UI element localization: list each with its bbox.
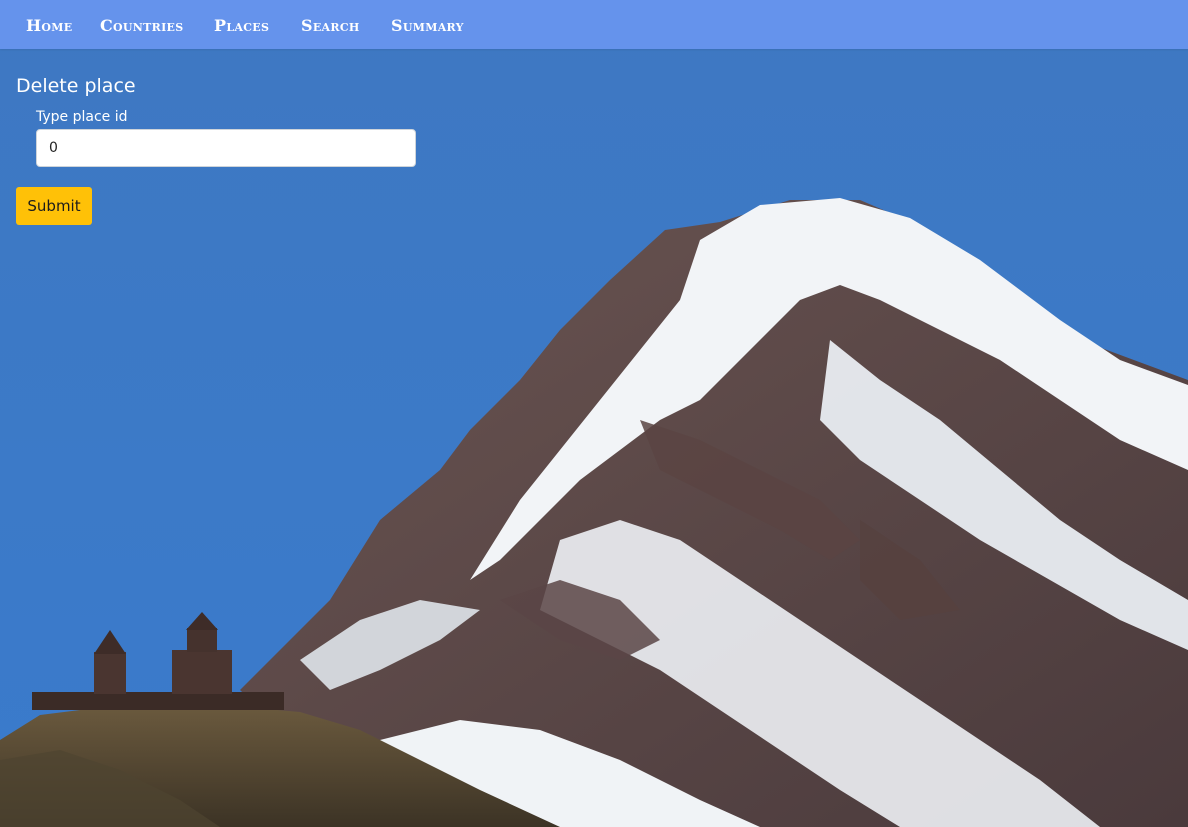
place-id-label: Type place id: [36, 109, 128, 125]
form-title: Delete place: [16, 75, 136, 97]
place-id-input[interactable]: [36, 129, 416, 167]
nav-places[interactable]: Places: [214, 0, 269, 49]
nav-summary[interactable]: Summary: [391, 0, 464, 49]
submit-button[interactable]: Submit: [16, 187, 92, 225]
mountain-landscape-image: [0, 0, 1188, 827]
nav-countries[interactable]: Countries: [100, 0, 183, 49]
nav-home[interactable]: Home: [26, 0, 72, 49]
top-navbar: Home Countries Places Search Summary: [0, 0, 1188, 49]
nav-search[interactable]: Search: [301, 0, 360, 49]
